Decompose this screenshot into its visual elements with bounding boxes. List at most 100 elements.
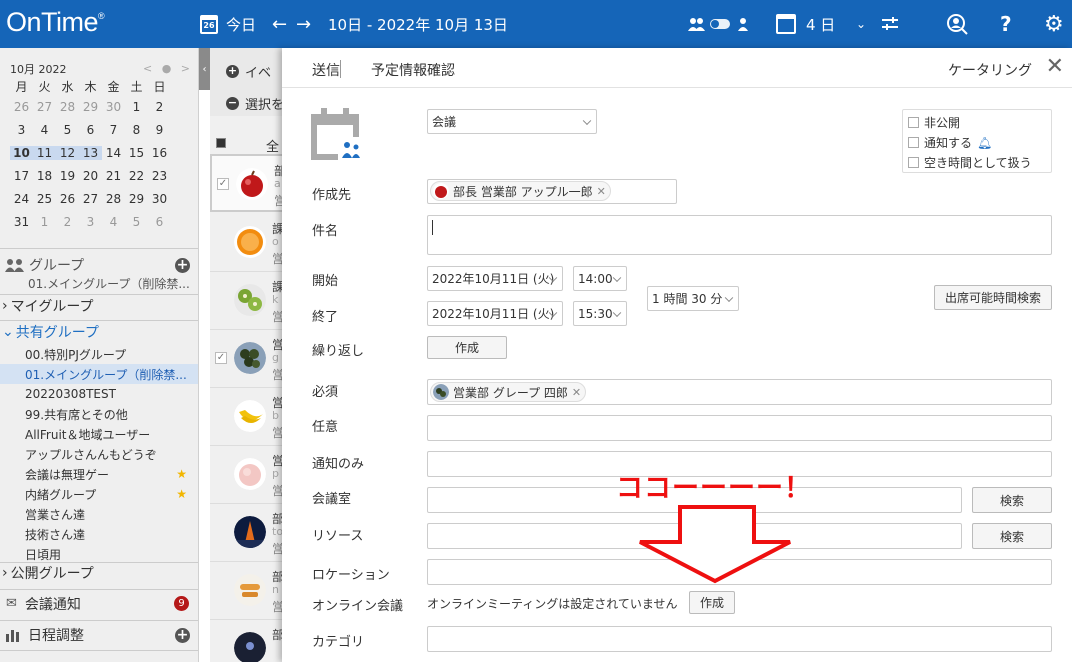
list-item[interactable]: 営p営 <box>210 446 290 504</box>
sidebar-item-group[interactable]: 20220308TEST <box>0 384 198 404</box>
select-button[interactable]: − 選択を <box>226 94 284 113</box>
sidebar-item-group[interactable]: アップルさんんもどうぞ <box>0 444 198 464</box>
mini-calendar: 月 火 水 木 金 土 日 26 27 28 29 30 1 2 3 4 5 6… <box>10 80 172 233</box>
required-attendees-field[interactable]: 営業部 グレープ 四郎 ✕ <box>427 379 1052 405</box>
prev-arrow-icon[interactable]: ← <box>272 0 287 48</box>
select-all-checkbox[interactable] <box>216 138 226 148</box>
star-icon: ★ <box>176 467 187 481</box>
list-item[interactable]: 部 <box>210 620 290 662</box>
start-date-select[interactable]: 2022年10月11日 (火) <box>427 266 563 291</box>
avatar-peach <box>234 458 266 490</box>
mini-calendar-week: 3 4 5 6 7 8 9 <box>17 122 164 137</box>
list-item[interactable]: 部n営 <box>210 562 290 620</box>
category-label: カテゴリ <box>312 635 365 650</box>
next-arrow-icon[interactable]: → <box>296 0 311 48</box>
add-event-button[interactable]: + イベ <box>226 62 271 81</box>
start-label: 開始 <box>312 274 339 289</box>
room-label: 会議室 <box>312 492 352 507</box>
start-time-select[interactable]: 14:00 <box>573 266 627 291</box>
list-item[interactable]: 課k営 <box>210 272 290 330</box>
meeting-notice[interactable]: ✉ 会議通知 9 <box>0 589 198 617</box>
settings-sliders-icon[interactable] <box>882 0 898 48</box>
category-field[interactable] <box>427 626 1052 652</box>
sidebar-item-group-selected[interactable]: 01.メイングループ（削除禁... <box>0 364 198 384</box>
online-meeting-label: オンライン会議 <box>312 599 404 614</box>
end-date-select[interactable]: 2022年10月11日 (火) <box>427 301 563 326</box>
top-bar: OnTime® 26 今日 ← → 10日 - 2022年 10月 13日 4 … <box>0 0 1072 48</box>
my-group-section[interactable]: › マイグループ <box>0 295 198 317</box>
list-item[interactable]: 部 to 営 <box>210 504 290 562</box>
sidebar-item-group[interactable]: AllFruit＆地域ユーザー <box>0 424 198 444</box>
remove-chip-icon[interactable]: ✕ <box>597 185 606 198</box>
tab-send[interactable]: 送信 <box>312 60 340 80</box>
meeting-calendar-icon <box>310 108 366 165</box>
annotation-text: ココーーーー！ <box>616 473 812 504</box>
mini-calendar-week: 10 11 12 13 14 15 16 <box>10 141 172 164</box>
remove-chip-icon[interactable]: ✕ <box>572 386 581 399</box>
private-checkbox[interactable]: 非公開 <box>908 114 960 131</box>
notify-checkbox[interactable]: 通知する 🔔︎ <box>908 134 992 151</box>
today-label: 今日 <box>226 15 257 34</box>
tab-check[interactable]: 予定情報確認 <box>371 60 455 80</box>
collapse-sidebar-icon[interactable]: ‹ <box>199 48 210 90</box>
resource-search-button[interactable]: 検索 <box>972 523 1052 549</box>
end-time-select[interactable]: 15:30 <box>573 301 627 326</box>
tab-separator <box>340 60 341 78</box>
online-meeting-create-button[interactable]: 作成 <box>689 591 735 614</box>
chevron-down-icon <box>612 273 622 282</box>
people-icon <box>688 18 748 31</box>
help-icon[interactable]: ? <box>1000 0 1012 48</box>
star-icon: ★ <box>176 487 187 501</box>
row-checkbox[interactable]: ✓ <box>217 178 229 190</box>
search-person-icon[interactable] <box>946 0 968 48</box>
free-time-checkbox[interactable]: 空き時間として扱う <box>908 154 1032 171</box>
sidebar-item-group[interactable]: 技術さん達 <box>0 524 198 544</box>
today-button[interactable]: 26 今日 <box>200 0 256 48</box>
mini-calendar-weekdays: 月 火 水 木 金 土 日 <box>15 80 166 94</box>
sidebar-item-group[interactable]: 内緒グループ ★ <box>0 484 198 504</box>
group-header[interactable]: グループ <box>5 256 195 274</box>
optional-attendees-field[interactable] <box>427 415 1052 441</box>
list-item[interactable]: ✓ 部a営 <box>210 154 290 212</box>
days-view-button[interactable]: 4 日 <box>776 0 835 48</box>
author-label: 作成先 <box>312 188 352 203</box>
sidebar-item-group[interactable]: 00.特別PJグループ <box>0 344 198 364</box>
author-field[interactable]: 部長 営業部 アップル一郎 ✕ <box>427 179 677 204</box>
list-item[interactable]: 営b営 <box>210 388 290 446</box>
row-checkbox[interactable]: ✓ <box>215 352 227 364</box>
shared-group-section[interactable]: ⌄ 共有グループ <box>0 321 198 343</box>
subject-label: 件名 <box>312 224 339 239</box>
ontime-logo[interactable]: OnTime® <box>6 7 105 38</box>
list-item[interactable]: ✓ 営g営 <box>210 330 290 388</box>
public-group-section[interactable]: › 公開グループ <box>0 562 198 584</box>
close-icon[interactable]: ✕ <box>1046 56 1064 78</box>
mail-icon: ✉ <box>6 596 17 611</box>
duration-select[interactable]: 1 時間 30 分 <box>647 286 739 311</box>
availability-search-button[interactable]: 出席可能時間検索 <box>934 285 1052 310</box>
optional-label: 任意 <box>312 420 339 435</box>
mini-calendar-week: 31 1 2 3 4 5 6 <box>13 214 164 229</box>
chevron-down-icon <box>582 116 592 125</box>
sidebar-item-group[interactable]: 営業さん達 <box>0 504 198 524</box>
people-toggle[interactable] <box>688 0 750 48</box>
gear-icon[interactable]: ⚙ <box>1044 0 1064 48</box>
minus-icon: − <box>226 96 239 110</box>
add-group-icon[interactable]: + <box>175 258 190 273</box>
event-type-select[interactable]: 会議 <box>427 109 597 134</box>
catering-link[interactable]: ケータリング <box>948 60 1032 80</box>
subject-input[interactable] <box>427 215 1052 255</box>
schedule-adjust[interactable]: 日程調整 + <box>0 620 198 648</box>
mini-calendar-nav[interactable]: < ● > <box>143 62 193 75</box>
sidebar-item-group[interactable]: 日頃用 <box>0 544 198 564</box>
calendar-grid-icon <box>776 14 796 34</box>
list-item[interactable]: 課o営 <box>210 214 290 272</box>
resource-label: リソース <box>312 529 364 544</box>
mini-calendar-week: 24 25 26 27 28 29 30 <box>13 191 168 206</box>
sidebar-item-group[interactable]: 99.共有席とその他 <box>0 404 198 424</box>
sidebar-item-group[interactable]: 会議は無理ゲー ★ <box>0 464 198 484</box>
repeat-create-button[interactable]: 作成 <box>427 336 507 359</box>
room-search-button[interactable]: 検索 <box>972 487 1052 513</box>
chevron-down-icon[interactable]: ⌄ <box>856 0 866 48</box>
add-schedule-icon[interactable]: + <box>175 628 190 643</box>
event-list: +イベ −選択を 全て ✓ 部a営 課o営 課k営 ✓ 営g営 営b営 営p営 … <box>210 48 290 662</box>
